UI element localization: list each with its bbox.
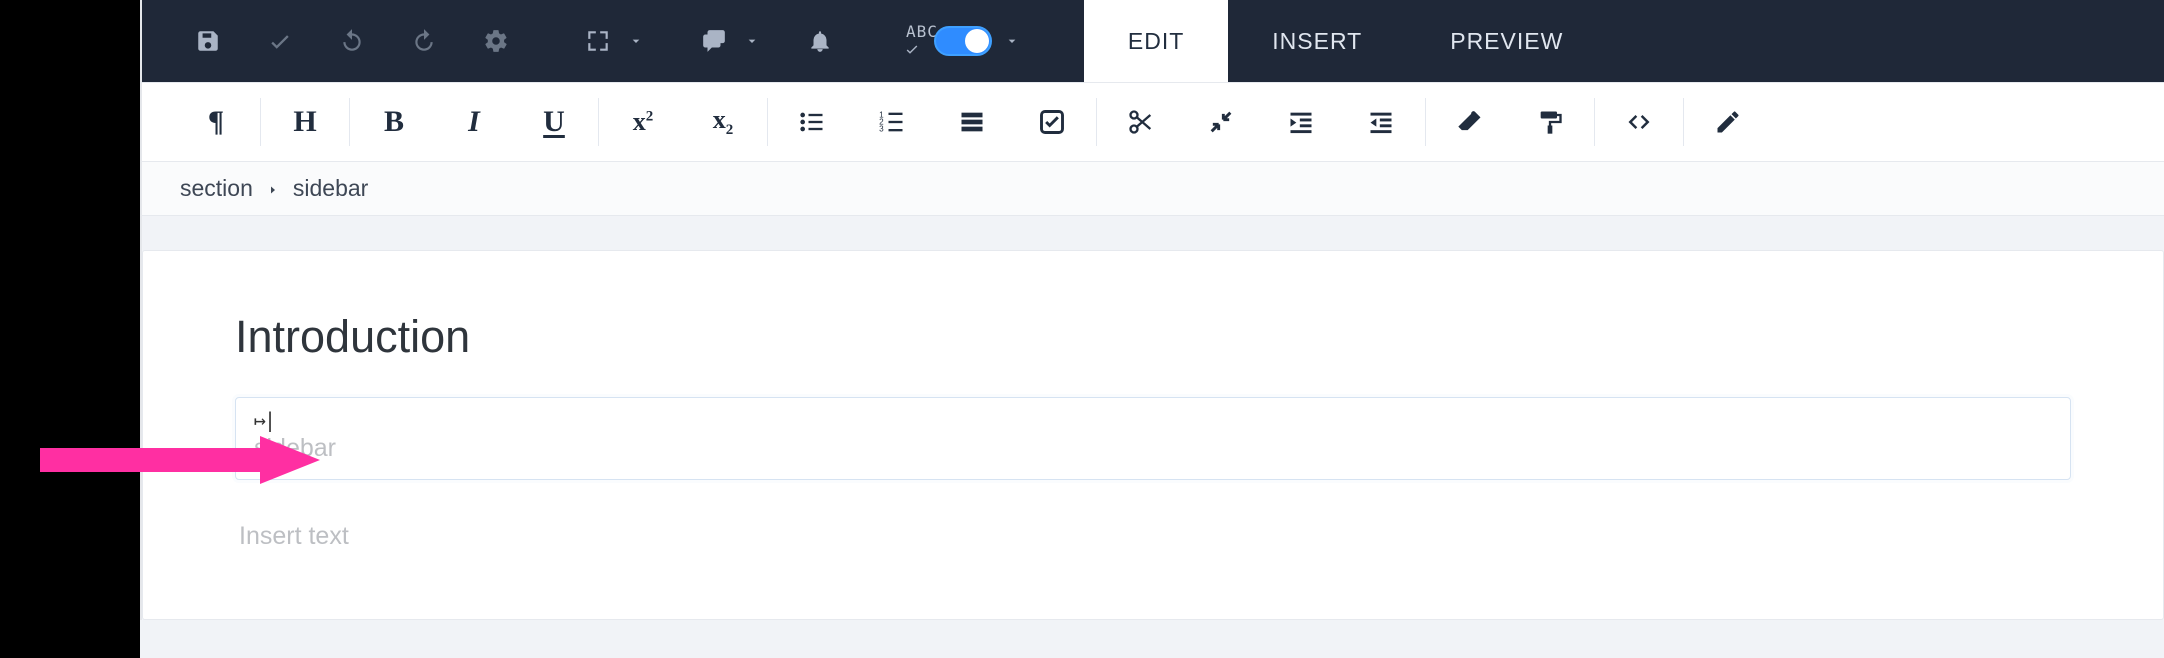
italic-icon: I — [468, 105, 480, 139]
fullscreen-dropdown[interactable] — [624, 0, 648, 82]
toggle-knob — [965, 29, 989, 53]
breadcrumb-separator — [267, 175, 279, 202]
heading-1[interactable]: Introduction — [235, 311, 2071, 363]
bold-icon: B — [384, 105, 404, 139]
top-toolbar-left: ABC — [142, 0, 1024, 82]
italic-button[interactable]: I — [434, 82, 514, 162]
paragraph-button[interactable]: ¶ — [176, 82, 256, 162]
chevron-down-icon — [628, 33, 644, 49]
bullet-list-icon — [798, 108, 826, 136]
numbered-list-button[interactable]: 123 — [852, 82, 932, 162]
notifications-button[interactable] — [784, 0, 856, 82]
superscript-icon: x2 — [633, 107, 654, 137]
check-icon — [267, 28, 293, 54]
breadcrumb: section sidebar — [140, 162, 2164, 216]
spellcheck-toggle[interactable] — [934, 26, 992, 56]
pencil-icon — [1714, 108, 1742, 136]
clear-format-button[interactable] — [1430, 82, 1510, 162]
spellcheck-dropdown[interactable] — [1000, 0, 1024, 82]
undo-icon — [339, 28, 365, 54]
bell-icon — [807, 28, 833, 54]
gear-icon — [483, 28, 509, 54]
eraser-icon — [1456, 108, 1484, 136]
separator — [767, 98, 768, 146]
collapse-marker-icon[interactable]: ↦| — [254, 408, 2052, 432]
superscript-button[interactable]: x2 — [603, 82, 683, 162]
outdent-button[interactable] — [1341, 82, 1421, 162]
chevron-down-icon — [744, 33, 760, 49]
breadcrumb-item-section[interactable]: section — [180, 175, 253, 202]
separator — [1096, 98, 1097, 146]
mode-tabs: EDIT INSERT PREVIEW — [1084, 0, 1607, 82]
spellcheck-label: ABC — [906, 22, 938, 41]
collapse-button[interactable] — [1181, 82, 1261, 162]
format-toolbar: ¶ H B I U x2 x2 123 — [140, 82, 2164, 162]
editor-app: ABC EDIT INSERT PREVIEW ¶ H — [140, 0, 2164, 658]
scissors-icon — [1127, 108, 1155, 136]
document[interactable]: Introduction ↦| sidebar Insert text — [142, 250, 2164, 620]
subscript-icon: x2 — [713, 105, 734, 139]
mark-resolved-button[interactable] — [244, 0, 316, 82]
block-button[interactable] — [932, 82, 1012, 162]
comment-icon — [701, 28, 727, 54]
separator — [598, 98, 599, 146]
save-icon — [195, 28, 221, 54]
cut-button[interactable] — [1101, 82, 1181, 162]
pilcrow-icon: ¶ — [208, 105, 224, 139]
insert-text-placeholder[interactable]: Insert text — [239, 522, 2071, 551]
sidebar-placeholder: sidebar — [254, 434, 2052, 463]
heading-button[interactable]: H — [265, 82, 345, 162]
tab-edit[interactable]: EDIT — [1084, 0, 1228, 82]
left-gutter — [0, 0, 140, 658]
separator — [1683, 98, 1684, 146]
paint-roller-icon — [1536, 108, 1564, 136]
code-button[interactable] — [1599, 82, 1679, 162]
underline-icon: U — [543, 105, 565, 139]
redo-button[interactable] — [388, 0, 460, 82]
subscript-button[interactable]: x2 — [683, 82, 763, 162]
outdent-icon — [1367, 108, 1395, 136]
bold-button[interactable]: B — [354, 82, 434, 162]
tab-preview[interactable]: PREVIEW — [1406, 0, 1607, 82]
indent-button[interactable] — [1261, 82, 1341, 162]
breadcrumb-item-sidebar[interactable]: sidebar — [293, 175, 368, 202]
separator — [260, 98, 261, 146]
underline-button[interactable]: U — [514, 82, 594, 162]
block-icon — [958, 108, 986, 136]
spellcheck-group: ABC — [906, 0, 992, 82]
bullet-list-button[interactable] — [772, 82, 852, 162]
collapse-icon — [1207, 108, 1235, 136]
sidebar-block[interactable]: ↦| sidebar — [235, 397, 2071, 480]
chevron-down-icon — [1004, 33, 1020, 49]
numbered-list-icon: 123 — [878, 108, 906, 136]
separator — [349, 98, 350, 146]
svg-text:3: 3 — [879, 124, 884, 133]
canvas-area: Introduction ↦| sidebar Insert text — [140, 216, 2164, 620]
edit-button[interactable] — [1688, 82, 1768, 162]
checkbox-icon — [1038, 108, 1066, 136]
settings-button[interactable] — [460, 0, 532, 82]
save-button[interactable] — [172, 0, 244, 82]
fullscreen-icon — [585, 28, 611, 54]
undo-button[interactable] — [316, 0, 388, 82]
spellcheck-check — [904, 41, 920, 62]
top-toolbar: ABC EDIT INSERT PREVIEW — [140, 0, 2164, 82]
tab-insert[interactable]: INSERT — [1228, 0, 1406, 82]
redo-icon — [411, 28, 437, 54]
heading-icon: H — [293, 105, 316, 139]
format-painter-button[interactable] — [1510, 82, 1590, 162]
checkbox-button[interactable] — [1012, 82, 1092, 162]
code-icon — [1625, 108, 1653, 136]
separator — [1425, 98, 1426, 146]
comments-dropdown[interactable] — [740, 0, 764, 82]
indent-icon — [1287, 108, 1315, 136]
separator — [1594, 98, 1595, 146]
